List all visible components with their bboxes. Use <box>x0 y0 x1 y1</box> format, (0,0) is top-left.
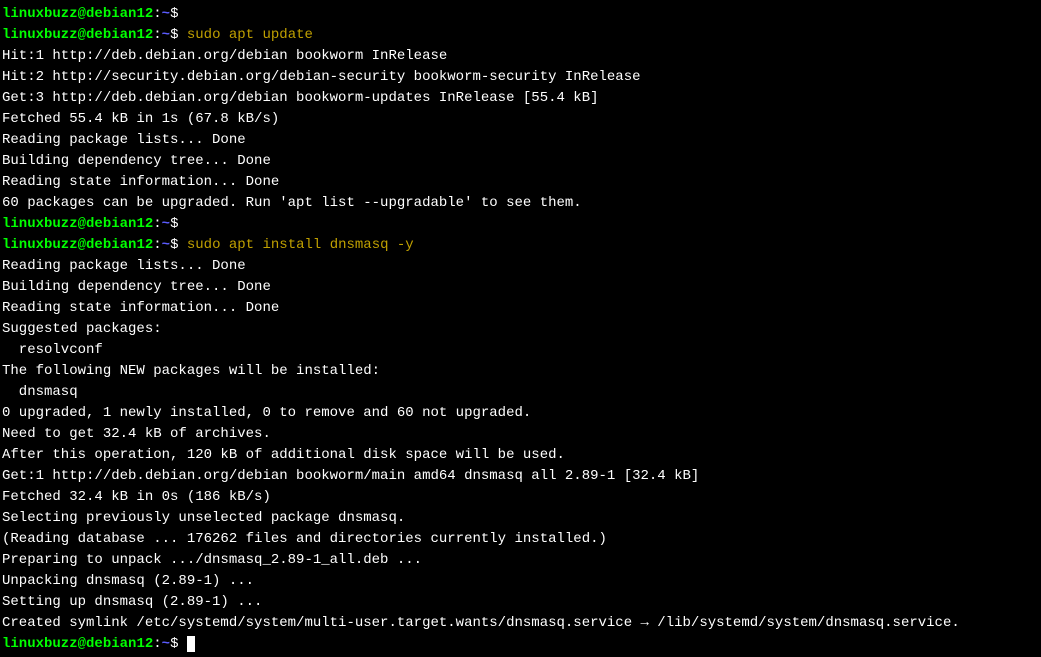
output-line: Building dependency tree... Done <box>2 151 1039 172</box>
prompt-at: @ <box>78 216 86 232</box>
output-line: Unpacking dnsmasq (2.89-1) ... <box>2 571 1039 592</box>
output-line: resolvconf <box>2 340 1039 361</box>
prompt-dollar: $ <box>170 216 178 232</box>
output-line: Suggested packages: <box>2 319 1039 340</box>
output-line: Setting up dnsmasq (2.89-1) ... <box>2 592 1039 613</box>
prompt-user: linuxbuzz <box>2 6 78 22</box>
output-line: Hit:1 http://deb.debian.org/debian bookw… <box>2 46 1039 67</box>
prompt-path: ~ <box>162 27 170 43</box>
prompt-host: debian12 <box>86 237 153 253</box>
output-line: The following NEW packages will be insta… <box>2 361 1039 382</box>
prompt-colon: : <box>153 636 161 652</box>
prompt-user: linuxbuzz <box>2 27 78 43</box>
prompt-dollar: $ <box>170 6 178 22</box>
prompt-user: linuxbuzz <box>2 636 78 652</box>
prompt-host: debian12 <box>86 27 153 43</box>
output-line: Reading package lists... Done <box>2 130 1039 151</box>
output-line: 60 packages can be upgraded. Run 'apt li… <box>2 193 1039 214</box>
prompt-line: linuxbuzz@debian12:~$ sudo apt install d… <box>2 235 1039 256</box>
prompt-at: @ <box>78 27 86 43</box>
prompt-colon: : <box>153 27 161 43</box>
prompt-host: debian12 <box>86 636 153 652</box>
prompt-path: ~ <box>162 636 170 652</box>
output-line: 0 upgraded, 1 newly installed, 0 to remo… <box>2 403 1039 424</box>
output-line: Building dependency tree... Done <box>2 277 1039 298</box>
output-line: After this operation, 120 kB of addition… <box>2 445 1039 466</box>
output-line: Need to get 32.4 kB of archives. <box>2 424 1039 445</box>
prompt-path: ~ <box>162 216 170 232</box>
output-line: Get:1 http://deb.debian.org/debian bookw… <box>2 466 1039 487</box>
output-line: Get:3 http://deb.debian.org/debian bookw… <box>2 88 1039 109</box>
prompt-user: linuxbuzz <box>2 237 78 253</box>
output-line: dnsmasq <box>2 382 1039 403</box>
prompt-line: linuxbuzz@debian12:~$ <box>2 214 1039 235</box>
output-line: (Reading database ... 176262 files and d… <box>2 529 1039 550</box>
prompt-line-active[interactable]: linuxbuzz@debian12:~$ <box>2 634 1039 655</box>
prompt-dollar: $ <box>170 27 178 43</box>
prompt-at: @ <box>78 6 86 22</box>
output-line: Fetched 55.4 kB in 1s (67.8 kB/s) <box>2 109 1039 130</box>
prompt-at: @ <box>78 237 86 253</box>
output-line: Preparing to unpack .../dnsmasq_2.89-1_a… <box>2 550 1039 571</box>
cursor-icon <box>187 636 195 652</box>
output-line: Reading state information... Done <box>2 172 1039 193</box>
prompt-colon: : <box>153 216 161 232</box>
command-input: sudo apt update <box>187 27 313 43</box>
output-line: Selecting previously unselected package … <box>2 508 1039 529</box>
output-line: Reading package lists... Done <box>2 256 1039 277</box>
prompt-dollar: $ <box>170 636 178 652</box>
command-input: sudo apt install dnsmasq -y <box>187 237 414 253</box>
prompt-dollar: $ <box>170 237 178 253</box>
prompt-host: debian12 <box>86 216 153 232</box>
terminal[interactable]: linuxbuzz@debian12:~$ linuxbuzz@debian12… <box>2 4 1039 655</box>
prompt-colon: : <box>153 6 161 22</box>
prompt-user: linuxbuzz <box>2 216 78 232</box>
prompt-path: ~ <box>162 237 170 253</box>
prompt-host: debian12 <box>86 6 153 22</box>
prompt-colon: : <box>153 237 161 253</box>
output-line: Hit:2 http://security.debian.org/debian-… <box>2 67 1039 88</box>
prompt-line: linuxbuzz@debian12:~$ <box>2 4 1039 25</box>
output-line: Fetched 32.4 kB in 0s (186 kB/s) <box>2 487 1039 508</box>
prompt-line: linuxbuzz@debian12:~$ sudo apt update <box>2 25 1039 46</box>
output-line: Reading state information... Done <box>2 298 1039 319</box>
output-line: Created symlink /etc/systemd/system/mult… <box>2 613 1039 634</box>
prompt-path: ~ <box>162 6 170 22</box>
prompt-at: @ <box>78 636 86 652</box>
